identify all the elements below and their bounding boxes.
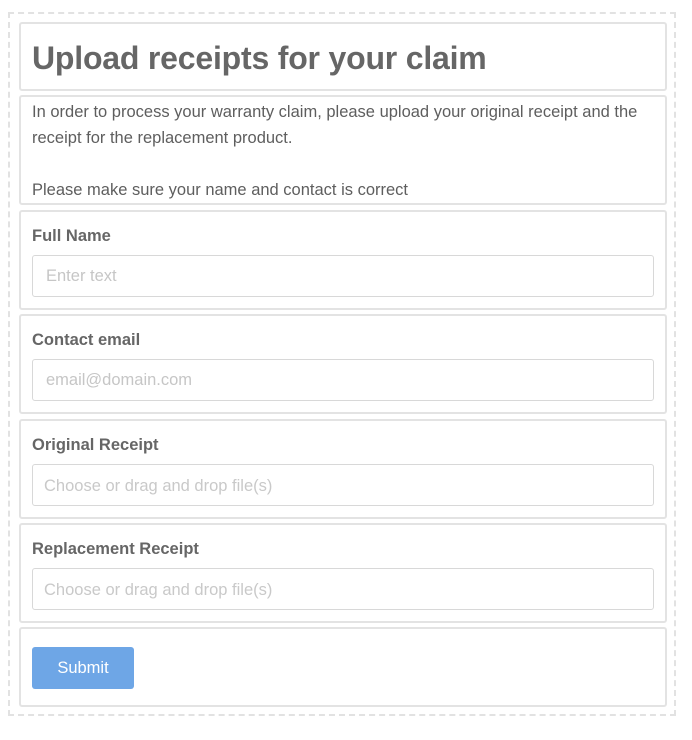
replacement-receipt-label: Replacement Receipt: [32, 540, 199, 558]
contact-email-input[interactable]: [32, 359, 654, 401]
replacement-receipt-placeholder: Choose or drag and drop file(s): [44, 581, 273, 599]
replacement-receipt-section: Replacement Receipt Choose or drag and d…: [19, 523, 667, 623]
original-receipt-section: Original Receipt Choose or drag and drop…: [19, 419, 667, 519]
intro-paragraph: In order to process your warranty claim,…: [32, 103, 638, 147]
contact-email-section: Contact email: [19, 314, 667, 414]
intro-text: In order to process your warranty claim,…: [32, 99, 652, 203]
original-receipt-label: Original Receipt: [32, 436, 159, 454]
submit-button[interactable]: Submit: [32, 647, 134, 689]
intro-section: In order to process your warranty claim,…: [19, 95, 667, 205]
replacement-receipt-dropzone[interactable]: Choose or drag and drop file(s): [32, 568, 654, 610]
original-receipt-dropzone[interactable]: Choose or drag and drop file(s): [32, 464, 654, 506]
submit-section: Submit: [19, 627, 667, 707]
contact-email-label: Contact email: [32, 331, 141, 349]
full-name-input[interactable]: [32, 255, 654, 297]
full-name-section: Full Name: [19, 210, 667, 310]
full-name-label: Full Name: [32, 227, 111, 245]
title-section: Upload receipts for your claim: [19, 22, 667, 91]
original-receipt-placeholder: Choose or drag and drop file(s): [44, 477, 273, 495]
intro-note: Please make sure your name and contact i…: [32, 181, 409, 199]
page-title: Upload receipts for your claim: [32, 40, 487, 76]
